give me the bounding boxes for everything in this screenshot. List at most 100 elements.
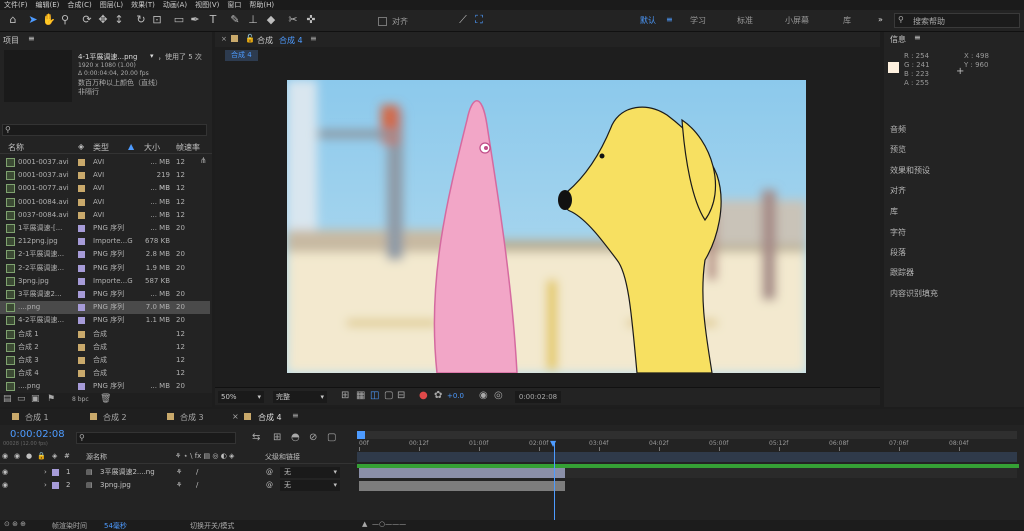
eye-icon[interactable]: ◉ [2,466,8,479]
new-folder-icon[interactable]: ▭ [17,394,26,404]
project-item[interactable]: 1平展调速-[... PNG 序列 ... MB 20 [0,222,210,235]
project-item[interactable]: ....png PNG 序列 ... MB 20 [0,380,210,393]
solo-icon[interactable]: ● [26,452,32,460]
menu-effect[interactable]: 效果(T) [127,0,159,10]
label-swatch[interactable] [78,343,85,351]
project-item[interactable]: 212png.jpg Importe...G 678 KB [0,235,210,248]
pick-whip-icon[interactable]: @ [266,479,273,492]
show-snapshot-icon[interactable]: ◎ [494,390,503,401]
label-icon[interactable]: ◈ [52,452,57,460]
interpret-footage-icon[interactable]: ▤ [3,394,12,404]
render-toggles-icon[interactable]: ⊙ ⊛ ⊕ [4,520,26,528]
playhead[interactable] [554,441,555,531]
orbit-tool-icon[interactable]: ⟳ [80,13,94,27]
layer-search-input[interactable]: ⚲ [76,432,236,444]
audio-icon[interactable]: ◉ [14,452,20,460]
comp-tab-prefix[interactable]: 合成 [257,35,273,46]
puppet-tool-icon[interactable]: ✜ [304,13,318,27]
label-swatch[interactable] [78,251,85,259]
panel-effects-presets[interactable]: 效果和预设 [890,165,930,176]
zoom-select[interactable]: 50% ▾ [218,391,264,403]
number-icon[interactable]: # [64,452,70,460]
menu-layer[interactable]: 图层(L) [96,0,127,10]
zoom-slider[interactable]: —○——— [372,520,406,528]
zoom-out-icon[interactable]: ▲ [362,520,367,528]
exposure-icon[interactable]: ✿ [434,390,442,401]
layer-name[interactable]: 3png.jpg [100,479,170,492]
info-panel-title[interactable]: 信息 [890,34,906,45]
comp-tab-name[interactable]: 合成 4 [279,35,303,46]
project-item[interactable]: 合成 3 合成 12 [0,354,210,367]
layer-1-bar[interactable] [359,468,565,478]
rotate-tool-icon[interactable]: ↻ [134,13,148,27]
project-item[interactable]: 合成 4 合成 12 [0,367,210,380]
menu-composition[interactable]: 合成(C) [63,0,95,10]
label-swatch[interactable] [78,211,85,219]
layer-2-bar[interactable] [359,481,565,491]
comp-mini-flowchart-icon[interactable]: ⇆ [252,432,260,443]
panel-menu-icon[interactable]: ≡ [310,34,317,43]
label-swatch[interactable] [78,238,85,246]
parent-column[interactable]: 父级和链接 [265,452,300,462]
label-swatch[interactable] [78,159,85,166]
menu-animation[interactable]: 动画(A) [159,0,191,10]
quality-switch-icon[interactable]: / [196,479,198,492]
label-swatch[interactable] [78,317,85,325]
project-item[interactable]: 3png.jpg Importe...G 587 KB [0,275,210,288]
lock-icon[interactable]: 🔓 [245,34,255,43]
exposure-value[interactable]: +0.0 [447,392,464,400]
roto-tool-icon[interactable]: ✂ [286,13,300,27]
snap-option-icon[interactable]: ⟋ [456,13,470,27]
label-swatch[interactable] [78,185,85,193]
label-swatch[interactable] [78,357,85,364]
shy-layers-icon[interactable]: ◓ [291,432,300,443]
work-area-start-handle[interactable] [357,431,365,439]
guides-icon[interactable]: ▢ [384,390,393,401]
zoom-tool-icon[interactable]: ⚲ [58,13,72,27]
workspace-standard[interactable]: 标准 [737,15,753,26]
menu-view[interactable]: 视图(V) [191,0,223,10]
project-item[interactable]: 0001-0037.avi AVI ... MB 12 [0,156,210,169]
comp-viewer-frame[interactable] [287,80,806,373]
menu-edit[interactable]: 编辑(E) [32,0,64,10]
project-item[interactable]: 0037-0084.avi AVI ... MB 12 [0,209,210,222]
panel-audio[interactable]: 音频 [890,124,906,135]
column-type[interactable]: 类型 [93,142,109,153]
more-workspaces-icon[interactable]: » [878,15,883,24]
eye-icon[interactable]: ◉ [2,452,8,460]
comp-breadcrumb[interactable]: 合成 4 [225,50,258,61]
channel-icon[interactable]: ⊟ [397,390,405,401]
help-search-input[interactable]: ⚲ 搜索帮助 [894,13,1020,28]
playhead-handle-icon[interactable]: ▼ [550,439,556,448]
viewer-timecode[interactable]: 0:00:02:08 [515,391,561,403]
workspace-small-screen[interactable]: 小屏幕 [785,15,809,26]
panel-preview[interactable]: 预览 [890,144,906,155]
chevron-down-icon[interactable]: ▾ [150,52,154,60]
time-ruler[interactable]: 00f 00:12f 01:00f 02:00f 03:04f 04:02f 05:00f 0… [357,439,1017,451]
label-swatch[interactable] [78,225,85,232]
stamp-tool-icon[interactable]: ⊥ [246,13,260,27]
project-item[interactable]: 3平展调速2... PNG 序列 ... MB 20 [0,288,210,301]
shy-switch-icon[interactable]: ⚘ [176,466,182,479]
snapshot-camera-icon[interactable]: ◉ [479,390,488,401]
twirl-chevron-icon[interactable]: › [44,479,47,492]
panel-character[interactable]: 字符 [890,227,906,238]
project-item[interactable]: 合成 1 合成 12 [0,328,210,341]
panel-content-aware-fill[interactable]: 内容识别填充 [890,288,938,299]
project-item[interactable]: 4-2平展调速... PNG 序列 1.1 MB 20 [0,314,210,327]
mask-path-icon[interactable]: ◫ [370,390,379,401]
label-swatch[interactable] [78,370,85,378]
motion-blur-icon[interactable]: ▢ [327,432,336,443]
pan-tool-icon[interactable]: ✥ [96,13,110,27]
column-fps[interactable]: 帧速率 [176,142,200,153]
quality-switch-icon[interactable]: / [196,466,198,479]
new-comp-icon[interactable]: ▣ [31,394,40,404]
home-icon[interactable]: ⌂ [6,13,20,27]
menu-window[interactable]: 窗口 [223,0,245,10]
time-navigator[interactable] [357,452,1017,462]
menu-help[interactable]: 帮助(H) [245,0,278,10]
switches-icon[interactable]: ⚘ ⋆ \ fx ▤ ◎ ◐ ◈ [175,452,234,460]
column-name[interactable]: 名称 [8,142,24,153]
lock-icon[interactable]: 🔒 [37,452,46,460]
region-of-interest-icon[interactable]: ⊞ [341,390,349,401]
